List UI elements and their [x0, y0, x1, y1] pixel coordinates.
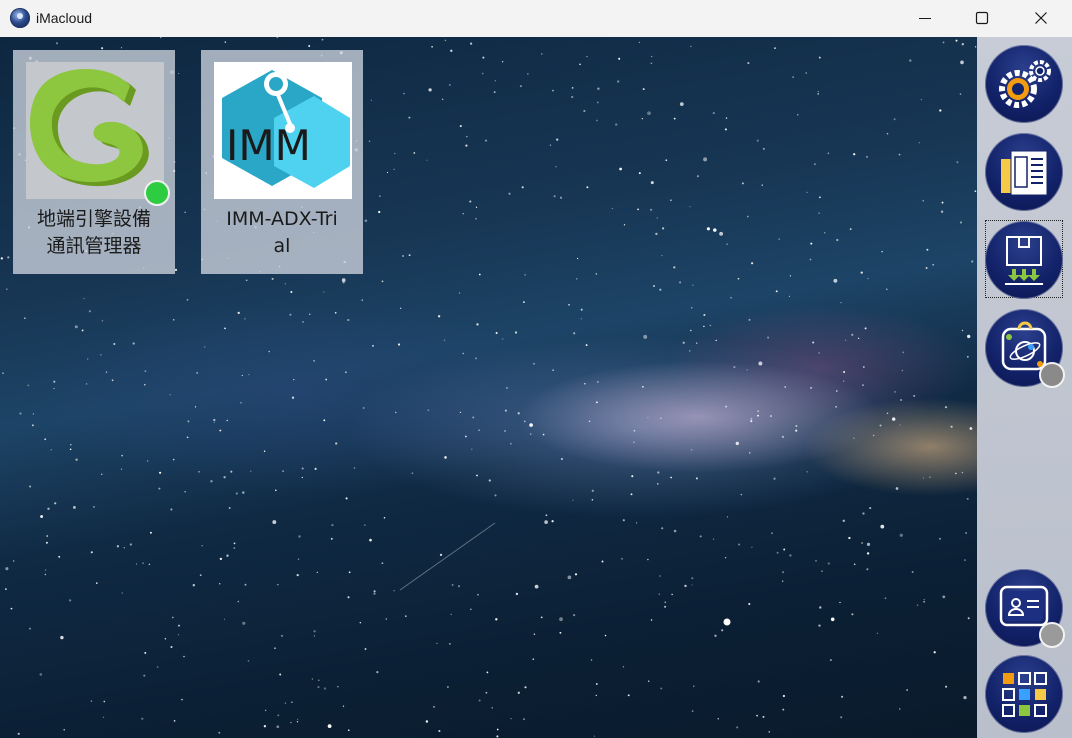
- title-bar[interactable]: iMacloud: [0, 0, 1072, 38]
- app-grid-icon: [1002, 672, 1047, 717]
- app-tile-imm-adx-trial[interactable]: IMM IMM-ADX-Trial: [201, 50, 363, 274]
- app-label: IMM-ADX-Trial: [226, 208, 338, 257]
- online-status-dot: [144, 180, 170, 206]
- sidebar-status-dot: [1039, 622, 1065, 648]
- window-title: iMacloud: [36, 10, 93, 26]
- sidebar-item-apps[interactable]: [985, 655, 1063, 733]
- close-button[interactable]: [1012, 0, 1070, 36]
- app-label: 地端引擎設備通訊管理器: [36, 208, 151, 257]
- package-download-icon: [1005, 236, 1043, 285]
- minimize-button[interactable]: [896, 0, 954, 36]
- app-tile-engine-device-manager[interactable]: 地端引擎設備通訊管理器: [13, 50, 175, 274]
- green-c-logo-icon: [26, 62, 164, 199]
- imm-hexagon-icon: IMM: [214, 62, 352, 199]
- maximize-button[interactable]: [953, 0, 1011, 36]
- sidebar-status-dot: [1039, 362, 1065, 388]
- app-logo-icon: [10, 8, 30, 28]
- imacloud-window: iMacloud 地端引擎設備通訊管理器 IMM IMM-ADX-Trial: [0, 0, 1072, 738]
- minimize-icon: [919, 18, 931, 19]
- sidebar-item-install[interactable]: [985, 221, 1063, 299]
- sidebar-item-files[interactable]: [985, 133, 1063, 211]
- sidebar-item-settings[interactable]: [985, 45, 1063, 123]
- imm-icon-text: IMM: [226, 121, 311, 170]
- gears-icon: [999, 60, 1051, 108]
- maximize-icon: [975, 11, 989, 25]
- desktop-area[interactable]: 地端引擎設備通訊管理器 IMM IMM-ADX-Trial: [0, 37, 977, 738]
- close-icon: [1035, 12, 1047, 24]
- sidebar: [977, 37, 1072, 738]
- folder-document-icon: [1001, 150, 1048, 196]
